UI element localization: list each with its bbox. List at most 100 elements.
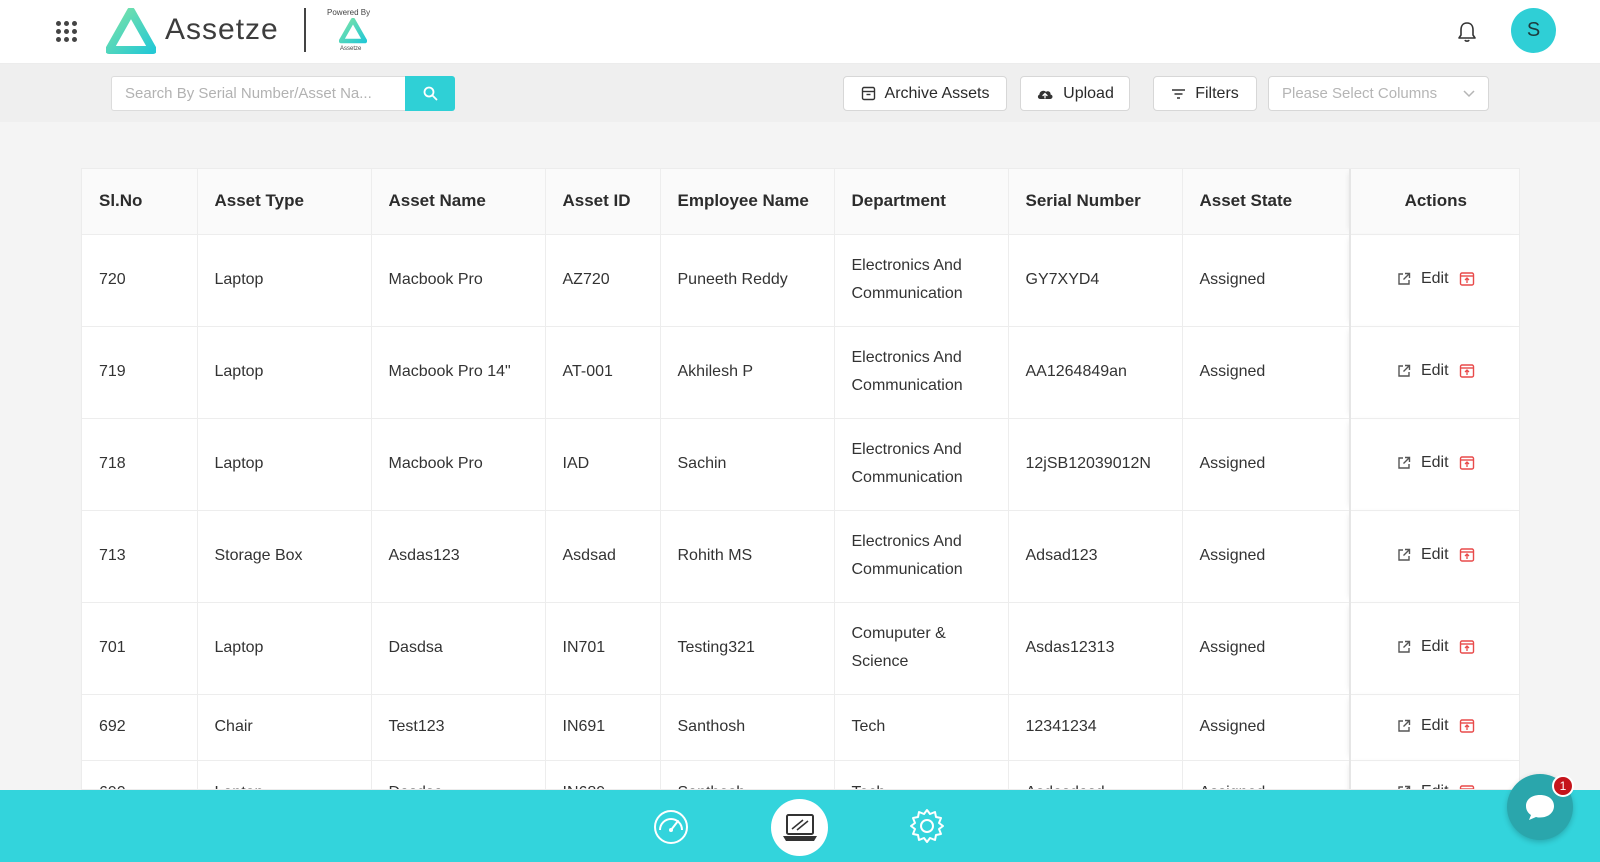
filters-label: Filters — [1195, 84, 1239, 102]
open-external-icon[interactable] — [1397, 640, 1411, 654]
filter-icon — [1172, 88, 1186, 99]
cell-asset-state: Assigned — [1182, 602, 1351, 695]
open-external-icon[interactable] — [1397, 364, 1411, 378]
cell-asset-type: Laptop — [197, 234, 372, 327]
nav-assets-button[interactable] — [771, 799, 828, 856]
cell-asset-id: IN691 — [545, 694, 661, 761]
edit-button[interactable]: Edit — [1421, 357, 1449, 385]
edit-button[interactable]: Edit — [1421, 712, 1449, 740]
cell-actions: Edit — [1349, 234, 1519, 327]
table-row[interactable]: 718 Laptop Macbook Pro IAD Sachin Electronics… — [82, 418, 1519, 511]
column-select-placeholder: Please Select Columns — [1282, 85, 1438, 102]
powered-by-logo-icon — [339, 18, 367, 44]
cell-sl-no: 719 — [82, 326, 198, 419]
dashboard-gauge-icon[interactable] — [652, 808, 690, 846]
cell-department: Electronics And Communication — [834, 326, 1009, 419]
chevron-down-icon — [1463, 89, 1475, 97]
column-header-asset-name[interactable]: Asset Name — [371, 169, 546, 235]
edit-button[interactable]: Edit — [1421, 633, 1449, 661]
cell-employee-name: Rohith MS — [660, 510, 835, 603]
cell-asset-state: Assigned — [1182, 694, 1351, 761]
cell-serial-number: GY7XYD4 — [1008, 234, 1183, 327]
archive-delete-icon[interactable] — [1459, 455, 1475, 471]
cell-sl-no: 690 — [82, 760, 198, 789]
cell-asset-id: AZ720 — [545, 234, 661, 327]
cell-asset-state: Assigned — [1182, 760, 1351, 789]
archive-assets-button[interactable]: Archive Assets — [843, 76, 1007, 111]
column-header-asset-type[interactable]: Asset Type — [197, 169, 372, 235]
cell-sl-no: 713 — [82, 510, 198, 603]
archive-delete-icon[interactable] — [1459, 639, 1475, 655]
edit-button[interactable]: Edit — [1421, 449, 1449, 477]
table-row[interactable]: 719 Laptop Macbook Pro 14" AT-001 Akhilesh P… — [82, 326, 1519, 419]
cell-asset-state: Assigned — [1182, 418, 1351, 511]
table-row[interactable]: 713 Storage Box Asdas123 Asdsad Rohith MS Ele… — [82, 510, 1519, 603]
table-row[interactable]: 701 Laptop Dasdsa IN701 Testing321 Comuputer … — [82, 602, 1519, 695]
notification-bell-icon[interactable] — [1456, 20, 1478, 44]
column-header-employee-name[interactable]: Employee Name — [660, 169, 835, 235]
search-button[interactable] — [405, 76, 455, 111]
column-select-dropdown[interactable]: Please Select Columns — [1268, 76, 1489, 111]
cell-sl-no: 701 — [82, 602, 198, 695]
open-external-icon[interactable] — [1397, 456, 1411, 470]
cell-asset-state: Assigned — [1182, 234, 1351, 327]
cell-actions: Edit — [1349, 760, 1519, 790]
filters-button[interactable]: Filters — [1153, 76, 1257, 111]
cell-actions: Edit — [1349, 602, 1519, 695]
cell-asset-id: IN689 — [545, 760, 661, 789]
cell-serial-number: Asdas12313 — [1008, 602, 1183, 695]
cell-asset-name: Macbook Pro 14" — [371, 326, 546, 419]
table-row[interactable]: 690LaptopDasdsaIN689SanthoshTechAsdasdas… — [82, 760, 1519, 790]
cell-asset-id: IN701 — [545, 602, 661, 695]
cell-actions: Edit — [1349, 510, 1519, 603]
cell-asset-id: Asdsad — [545, 510, 661, 603]
column-header-asset-id[interactable]: Asset ID — [545, 169, 661, 235]
table-row[interactable]: 720 Laptop Macbook Pro AZ720 Puneeth Reddy El… — [82, 234, 1519, 327]
column-header-sl-no[interactable]: Sl.No — [82, 169, 198, 235]
cell-department: Electronics And Communication — [834, 418, 1009, 511]
assets-table-container: Sl.No Asset Type Asset Name Asset ID Emp… — [81, 168, 1520, 790]
user-avatar[interactable]: S — [1511, 8, 1556, 53]
column-header-asset-state[interactable]: Asset State — [1182, 169, 1351, 235]
edit-button[interactable]: Edit — [1421, 265, 1449, 293]
archive-assets-label: Archive Assets — [884, 84, 990, 102]
cell-asset-type: Laptop — [197, 760, 372, 789]
cell-serial-number: AA1264849an — [1008, 326, 1183, 419]
table-row[interactable]: 692 Chair Test123 IN691 Santhosh Tech 12341234… — [82, 694, 1519, 761]
cell-asset-state: Assigned — [1182, 510, 1351, 603]
edit-button[interactable]: Edit — [1421, 778, 1449, 790]
open-external-icon[interactable] — [1397, 272, 1411, 286]
open-external-icon[interactable] — [1397, 548, 1411, 562]
column-header-actions: Actions — [1349, 169, 1519, 235]
cell-asset-id: IAD — [545, 418, 661, 511]
cell-asset-name: Macbook Pro — [371, 234, 546, 327]
toolbar: Archive Assets Upload Filters Please Sel… — [0, 64, 1600, 122]
bottom-nav-bar — [0, 790, 1600, 862]
apps-grid-icon[interactable] — [56, 21, 78, 43]
cell-serial-number: Adsad123 — [1008, 510, 1183, 603]
archive-delete-icon[interactable] — [1459, 363, 1475, 379]
cell-sl-no: 692 — [82, 694, 198, 761]
cell-asset-id: AT-001 — [545, 326, 661, 419]
archive-delete-icon[interactable] — [1459, 271, 1475, 287]
powered-by-label: Powered By — [327, 8, 371, 17]
cell-actions: Edit — [1349, 326, 1519, 419]
search-input[interactable] — [111, 76, 406, 111]
archive-icon — [861, 86, 875, 101]
cell-department: Electronics And Communication — [834, 234, 1009, 327]
settings-gear-icon[interactable] — [908, 807, 946, 845]
cell-asset-name: Asdas123 — [371, 510, 546, 603]
cell-employee-name: Testing321 — [660, 602, 835, 695]
archive-delete-icon[interactable] — [1459, 547, 1475, 563]
archive-delete-icon[interactable] — [1459, 718, 1475, 734]
powered-by-brand: Assetze — [340, 46, 362, 52]
open-external-icon[interactable] — [1397, 719, 1411, 733]
column-header-department[interactable]: Department — [834, 169, 1009, 235]
cell-asset-type: Laptop — [197, 602, 372, 695]
upload-button[interactable]: Upload — [1020, 76, 1130, 111]
edit-button[interactable]: Edit — [1421, 541, 1449, 569]
cell-employee-name: Akhilesh P — [660, 326, 835, 419]
column-header-serial-number[interactable]: Serial Number — [1008, 169, 1183, 235]
cell-serial-number: 12341234 — [1008, 694, 1183, 761]
assetze-logo-icon — [106, 8, 156, 54]
